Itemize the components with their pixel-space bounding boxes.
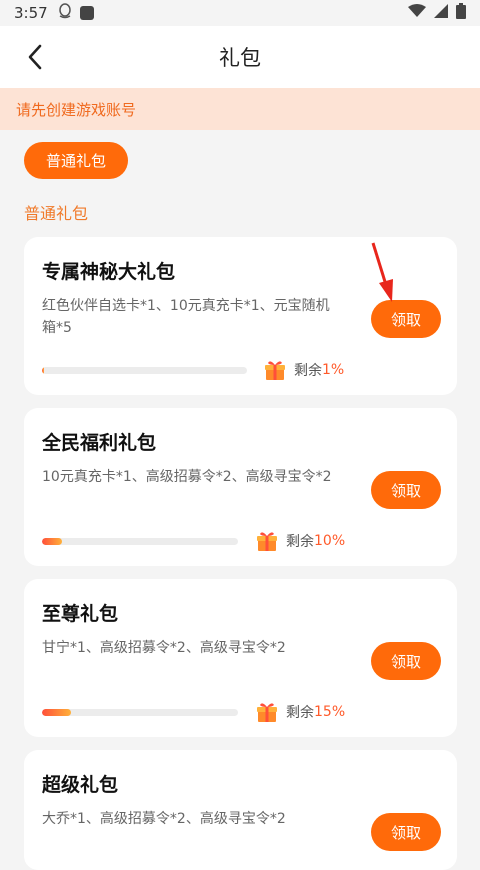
gift-card: 超级礼包 大乔*1、高级招募令*2、高级寻宝令*2 领取 [24, 750, 457, 870]
chevron-left-icon [28, 44, 42, 70]
remaining-progress-fill [42, 538, 62, 545]
gift-box-icon [257, 703, 277, 722]
tab-normal-gifts[interactable]: 普通礼包 [24, 142, 128, 179]
remaining-label: 剩余 [286, 705, 314, 721]
remaining-indicator: 剩余 1% [264, 359, 344, 381]
status-bar: 3:57 [0, 0, 480, 26]
create-account-notice[interactable]: 请先创建游戏账号 [0, 88, 480, 130]
gift-contents: 10元真充卡*1、高级招募令*2、高级寻宝令*2 [42, 469, 332, 485]
gift-card: 至尊礼包 甘宁*1、高级招募令*2、高级寻宝令*2 领取 剩余 15% [24, 579, 457, 737]
remaining-label: 剩余 [294, 363, 322, 379]
app-header: 礼包 [0, 26, 480, 88]
gift-name: 超级礼包 [42, 774, 119, 796]
section-title: 普通礼包 [24, 204, 89, 223]
remaining-label: 剩余 [286, 534, 314, 550]
page-title: 礼包 [219, 46, 261, 70]
claim-label: 领取 [390, 310, 421, 329]
gift-name: 至尊礼包 [42, 603, 119, 625]
gift-card: 全民福利礼包 10元真充卡*1、高级招募令*2、高级寻宝令*2 领取 剩余 10% [24, 408, 457, 566]
remaining-progress-bar [42, 709, 238, 716]
gift-box-icon [257, 532, 277, 551]
gift-box-icon [265, 361, 285, 380]
back-button[interactable] [18, 40, 52, 74]
gift-contents: 红色伙伴自选卡*1、10元真充卡*1、元宝随机箱*5 [42, 298, 330, 336]
remaining-percent: 1% [322, 362, 345, 378]
claim-label: 领取 [390, 823, 421, 842]
claim-button[interactable]: 领取 [371, 813, 441, 851]
remaining-percent: 10% [314, 533, 346, 549]
gift-name: 全民福利礼包 [42, 432, 157, 454]
remaining-indicator: 剩余 15% [256, 701, 345, 723]
claim-button[interactable]: 领取 [371, 300, 441, 338]
notice-text: 请先创建游戏账号 [16, 100, 137, 119]
remaining-indicator: 剩余 10% [256, 530, 345, 552]
gift-card: 专属神秘大礼包 红色伙伴自选卡*1、10元真充卡*1、元宝随机箱*5 领取 剩余… [24, 237, 457, 395]
gift-name: 专属神秘大礼包 [42, 261, 176, 283]
claim-button[interactable]: 领取 [371, 471, 441, 509]
cellular-signal-icon [434, 4, 448, 22]
claim-label: 领取 [390, 652, 421, 671]
claim-label: 领取 [390, 481, 421, 500]
gift-contents: 甘宁*1、高级招募令*2、高级寻宝令*2 [42, 640, 286, 656]
battery-icon [456, 3, 466, 23]
gift-contents: 大乔*1、高级招募令*2、高级寻宝令*2 [42, 811, 286, 827]
remaining-progress-fill [42, 367, 45, 374]
remaining-progress-bar [42, 538, 238, 545]
tab-label: 普通礼包 [45, 152, 106, 170]
qq-notification-icon [58, 3, 72, 23]
remaining-progress-bar [42, 367, 247, 374]
remaining-progress-fill [42, 709, 72, 716]
status-time: 3:57 [14, 4, 48, 22]
app-notification-icon [79, 6, 94, 20]
claim-button[interactable]: 领取 [371, 642, 441, 680]
remaining-percent: 15% [314, 704, 346, 720]
wifi-icon [408, 4, 426, 22]
